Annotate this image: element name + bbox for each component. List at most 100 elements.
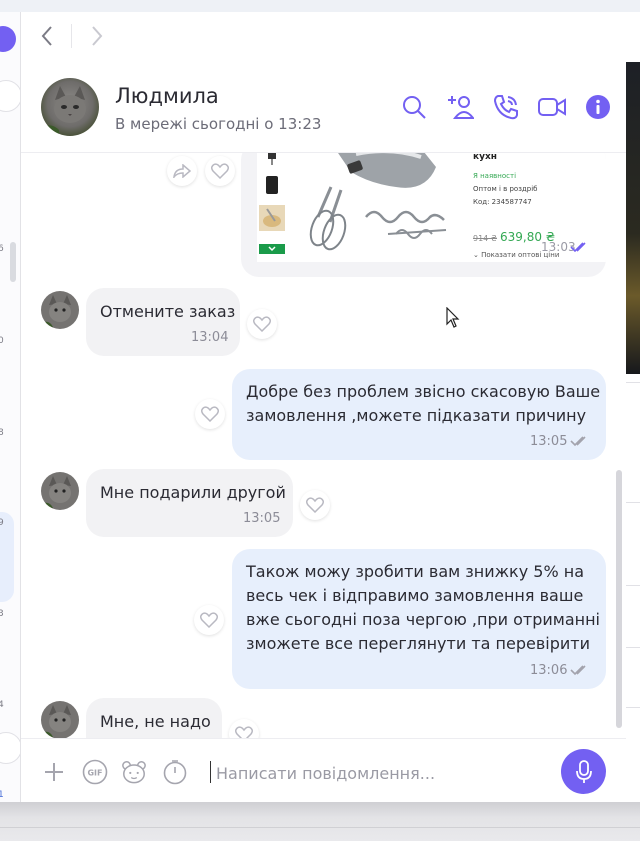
profile-avatar[interactable] (0, 26, 16, 52)
message-bubble-incoming[interactable]: Мне, не надо (86, 698, 222, 738)
call-icon (493, 95, 518, 120)
product-wholesale: Оптом і в роздріб (473, 185, 538, 193)
message-list-scrollbar[interactable] (616, 470, 622, 728)
message-bubble-incoming[interactable]: Отмените заказ 13:04 (86, 288, 240, 356)
sticker-button[interactable] (121, 759, 147, 785)
chat-list-count: 3 (0, 609, 4, 619)
heart-icon (306, 497, 324, 513)
double-check-icon (570, 242, 586, 253)
chevron-right-icon (92, 26, 103, 46)
contact-name[interactable]: Людмила (115, 84, 219, 108)
attach-button[interactable] (41, 759, 67, 785)
like-button[interactable] (300, 490, 330, 520)
chat-list-item[interactable] (0, 732, 20, 764)
message-text-line: вже сьогодні поза чергою ,при отриманні (246, 610, 600, 629)
call-button[interactable] (490, 91, 522, 123)
background-photo (626, 62, 640, 374)
chat-list-edge: 6 0 8 9 3 4 1 (0, 12, 21, 802)
message-text: Мне подарили другой (100, 483, 286, 502)
message-input[interactable] (214, 757, 558, 789)
double-check-icon (570, 436, 586, 447)
right-panel-edge (626, 62, 640, 802)
divider (626, 707, 640, 708)
contact-avatar-small[interactable] (41, 472, 79, 510)
contact-avatar[interactable] (41, 78, 99, 136)
like-button[interactable] (195, 399, 225, 429)
search-icon (403, 96, 426, 119)
chat-list-count: 0 (0, 336, 4, 346)
video-call-icon (538, 98, 566, 116)
message-text-line: Також можу зробити вам знижку 5% на (246, 562, 585, 581)
chat-list-item[interactable] (0, 80, 20, 112)
window-top-strip (0, 0, 640, 12)
chat-list-count: 8 (0, 428, 4, 438)
forward-message-button[interactable] (167, 156, 197, 186)
message-time: 13:06 (530, 663, 568, 678)
chevron-down-icon (268, 246, 276, 252)
thumbnail[interactable] (259, 152, 285, 168)
thumbnail[interactable] (259, 205, 285, 231)
chat-list-count: 6 (0, 244, 4, 254)
forward-button[interactable] (85, 24, 109, 48)
conversation-header: Людмила В мережі сьогодні о 13:23 (21, 62, 626, 153)
like-button[interactable] (247, 309, 277, 339)
back-button[interactable] (35, 24, 59, 48)
heart-icon (201, 406, 219, 422)
like-button[interactable] (194, 605, 224, 635)
video-call-button[interactable] (536, 91, 568, 123)
divider (0, 827, 640, 828)
conversation-panel: Людмила В мережі сьогодні о 13:23 кухн Я… (21, 62, 626, 802)
thumbnails-more-button[interactable] (259, 244, 285, 254)
divider (626, 502, 640, 503)
message-text-line: зможете все переглянути та перевірити (246, 634, 590, 653)
search-button[interactable] (398, 91, 430, 123)
timer-button[interactable] (162, 759, 188, 785)
info-button[interactable] (582, 91, 614, 123)
product-preview-message[interactable]: насадки) / Міксер для кухн Я наявності О… (241, 152, 606, 277)
message-composer: GIF (21, 738, 626, 802)
like-button[interactable] (229, 719, 259, 738)
message-text: Мне, не надо (100, 712, 211, 731)
heart-icon (211, 163, 229, 179)
message-text: Отмените заказ (100, 302, 236, 321)
voice-message-button[interactable] (561, 749, 606, 794)
thumbnail[interactable] (259, 172, 285, 198)
message-time: 13:04 (191, 330, 229, 345)
message-list[interactable]: насадки) / Міксер для кухн Я наявності О… (21, 152, 626, 738)
product-title: насадки) / Міксер для кухн (473, 152, 497, 162)
gif-icon: GIF (82, 759, 108, 785)
heart-icon (253, 316, 271, 332)
contact-avatar-small[interactable] (41, 291, 79, 329)
contact-avatar-small[interactable] (41, 701, 79, 738)
chevron-left-icon (41, 26, 52, 46)
message-text-line: Добре без проблем звісно скасовую Ваше (246, 382, 601, 401)
like-button[interactable] (205, 156, 235, 186)
message-bubble-outgoing[interactable]: Також можу зробити вам знижку 5% на весь… (232, 549, 606, 689)
gif-button[interactable]: GIF (82, 759, 108, 785)
chat-list-count: 9 (0, 518, 4, 528)
message-text-line: замовлення ,можете підказати причину (246, 406, 587, 425)
mouse-cursor-icon (446, 307, 460, 328)
timer-icon (163, 760, 187, 785)
text-caret (210, 761, 211, 783)
product-thumbnails (259, 152, 289, 260)
message-text-line: весь чек і відправимо замовлення ваше (246, 586, 584, 605)
chat-list-scrollbar[interactable] (10, 242, 16, 282)
microphone-icon (575, 759, 592, 783)
product-code: Код: 234587747 (473, 198, 532, 206)
add-participant-button[interactable] (444, 91, 476, 123)
product-old-price: 914 ₴ (473, 234, 498, 243)
header-actions (398, 91, 614, 123)
svg-text:GIF: GIF (87, 769, 102, 778)
contact-status: В мережі сьогодні о 13:23 (115, 115, 322, 133)
divider (626, 382, 640, 383)
product-image (309, 152, 447, 251)
divider (626, 647, 640, 648)
message-bubble-outgoing[interactable]: Добре без проблем звісно скасовую Ваше з… (232, 369, 606, 460)
nav-divider (71, 24, 72, 48)
message-bubble-incoming[interactable]: Мне подарили другой 13:05 (86, 469, 293, 537)
message-time: 13:05 (243, 511, 281, 526)
chat-list-count: 1 (0, 790, 4, 800)
chat-list-count: 4 (0, 700, 4, 710)
window-bottom-edge (0, 802, 640, 841)
